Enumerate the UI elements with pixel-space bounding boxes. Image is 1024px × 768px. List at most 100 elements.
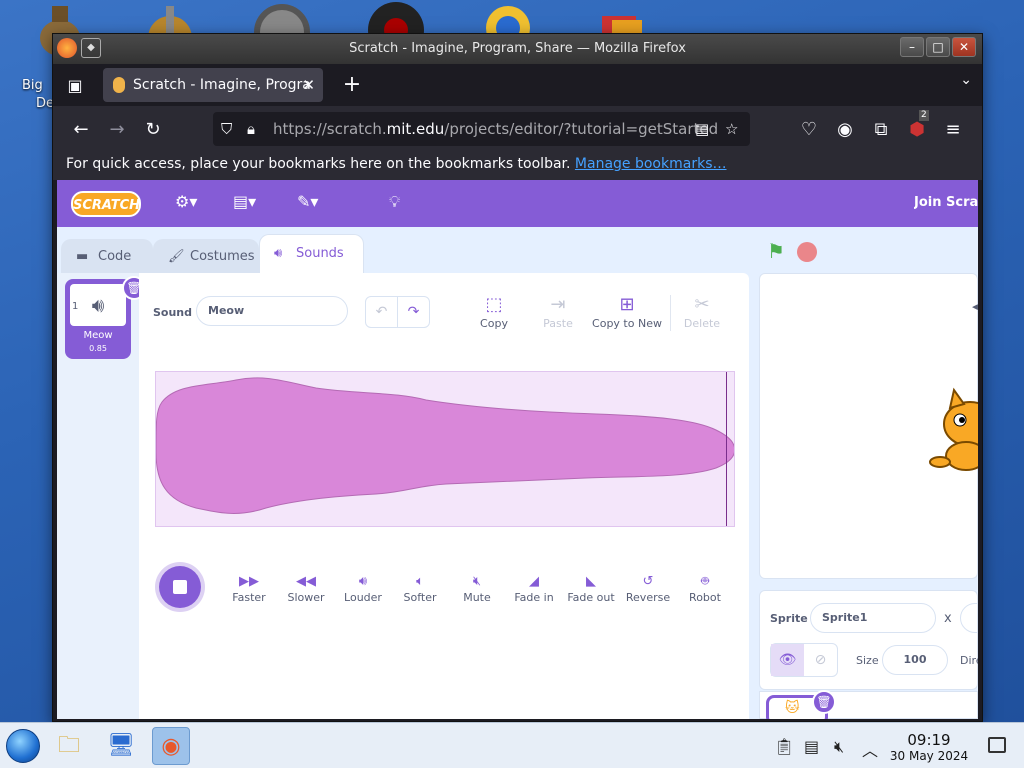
reader-view-icon[interactable]: ▤: [695, 112, 709, 146]
softer-icon: 🔈︎: [416, 574, 424, 589]
delete-label: Delete: [683, 317, 721, 330]
account-icon[interactable]: ◉: [831, 116, 859, 144]
fade-in-icon: ◢: [529, 574, 539, 589]
forward-icon[interactable]: →: [103, 116, 131, 144]
show-desktop-icon[interactable]: [988, 737, 1006, 753]
lock-icon[interactable]: 🔒︎: [247, 112, 255, 146]
scratch-cat-sprite[interactable]: [920, 384, 978, 474]
tray-expand-chevron-icon[interactable]: ︿: [862, 737, 878, 761]
copy-icon: ⬚: [485, 294, 503, 315]
undo-icon[interactable]: ↶: [366, 297, 398, 327]
app-menu-icon[interactable]: ≡: [939, 116, 967, 144]
copy-label: Copy: [480, 317, 508, 330]
tab-code[interactable]: ▬ Code: [61, 239, 153, 273]
delete-button[interactable]: ✂ Delete: [669, 293, 735, 330]
sound-tile-meow[interactable]: 1 🔊︎ Meow 0.85 🗑︎: [65, 276, 146, 359]
effect-mute-button[interactable]: 🔇︎ Mute: [449, 573, 505, 604]
tray-storage-icon[interactable]: ▤: [804, 737, 819, 756]
stage-resize-icon[interactable]: ◂▸: [972, 300, 978, 313]
browser-tab-scratch[interactable]: Scratch - Imagine, Progra ✕: [103, 68, 323, 102]
system-settings-icon[interactable]: 🖥︎: [102, 727, 140, 765]
settings-gear-icon[interactable]: ⚙▾: [175, 192, 197, 211]
tab-costumes[interactable]: 🖌︎ Costumes: [153, 239, 259, 273]
reverse-icon: ↺: [642, 574, 654, 589]
sound-index: 1: [72, 301, 79, 312]
tab-sounds-label: Sounds: [296, 246, 344, 261]
window-titlebar[interactable]: ◆ Scratch - Imagine, Program, Share — Mo…: [53, 34, 982, 64]
stop-sign-icon[interactable]: [797, 242, 817, 262]
tray-clipboard-icon[interactable]: 📋︎: [774, 737, 794, 756]
sound-name-input[interactable]: Meow: [196, 296, 348, 326]
pocket-icon[interactable]: ♡: [795, 116, 823, 144]
reload-icon[interactable]: ↻: [139, 116, 167, 144]
file-menu-icon[interactable]: ▤▾: [233, 192, 256, 211]
file-manager-icon[interactable]: 🗀︎: [50, 727, 88, 765]
maximize-button[interactable]: □: [926, 37, 950, 57]
close-tab-icon[interactable]: ✕: [302, 68, 315, 102]
extensions-icon[interactable]: ⧉: [867, 116, 895, 144]
paste-button[interactable]: ⇥ Paste: [525, 293, 591, 330]
firefox-app-icon[interactable]: [57, 38, 77, 58]
undo-redo-group: ↶ ↷: [365, 296, 430, 328]
effect-robot-button[interactable]: 🤖︎ Robot: [677, 573, 733, 604]
tab-code-label: Code: [98, 249, 132, 264]
scratch-editor: SCRATCH ⚙▾ ▤▾ ✎▾ 💡︎ Join Scratch ▬ Code …: [57, 180, 978, 719]
effect-label: Slower: [287, 591, 325, 604]
edit-pencil-icon[interactable]: ✎▾: [297, 192, 318, 211]
stop-playback-button[interactable]: [159, 566, 201, 608]
taskbar-firefox-icon[interactable]: ◉: [152, 727, 190, 765]
sprite-label: Sprite: [770, 612, 808, 625]
shield-icon[interactable]: ⛉: [221, 112, 232, 146]
mute-icon: 🔇︎: [472, 574, 482, 589]
x-input[interactable]: [960, 603, 978, 633]
firefox-view-icon[interactable]: ▣: [59, 72, 91, 100]
tutorials-lightbulb-icon[interactable]: 💡︎: [389, 192, 400, 212]
tray-volume-muted-icon[interactable]: 🔇︎: [834, 737, 844, 757]
effect-reverse-button[interactable]: ↺ Reverse: [620, 573, 676, 604]
show-eye-icon[interactable]: 👁︎: [771, 644, 804, 676]
effect-slower-button[interactable]: ◀◀ Slower: [278, 573, 334, 604]
delete-sprite-trash-icon[interactable]: 🗑︎: [812, 690, 836, 714]
tab-strip: ▣ Scratch - Imagine, Progra ✕ + ⌄: [53, 64, 982, 106]
back-icon[interactable]: ←: [67, 116, 95, 144]
redo-icon[interactable]: ↷: [398, 297, 429, 327]
copy-to-new-button[interactable]: ⊞ Copy to New: [587, 293, 667, 330]
url-bar[interactable]: ⛉ 🔒︎ https://scratch.mit.edu/projects/ed…: [213, 112, 750, 146]
list-all-tabs-icon[interactable]: ⌄: [960, 72, 972, 88]
close-window-button[interactable]: ✕: [952, 37, 976, 57]
size-input[interactable]: 100: [882, 645, 948, 675]
sound-editor: Sound Meow ↶ ↷ ⬚ Copy ⇥ Paste ⊞ Copy to …: [139, 273, 749, 719]
minimize-button[interactable]: –: [900, 37, 924, 57]
copy-to-new-label: Copy to New: [592, 317, 662, 330]
bookmark-star-icon[interactable]: ☆: [725, 112, 738, 146]
copy-button[interactable]: ⬚ Copy: [461, 293, 527, 330]
clock[interactable]: 09:19 30 May 2024: [886, 732, 972, 764]
paste-label: Paste: [543, 317, 573, 330]
url-prefix: https://scratch.: [273, 120, 387, 138]
sound-waveform[interactable]: [155, 371, 736, 527]
window-menu-icon[interactable]: ◆: [81, 38, 101, 58]
effect-faster-button[interactable]: ▶▶ Faster: [221, 573, 277, 604]
tab-sounds[interactable]: 🔊︎ Sounds: [259, 234, 364, 273]
ublock-icon[interactable]: ⬢ 2: [903, 110, 931, 144]
sprite-name-input[interactable]: Sprite1: [810, 603, 936, 633]
taskbar: 🗀︎ 🖥︎ ◉ 📋︎ ▤ 🔇︎ ︿ 09:19 30 May 2024: [0, 722, 1024, 768]
start-menu-button[interactable]: [6, 729, 40, 763]
url-path: /projects/editor/?tutorial=getStarted: [444, 120, 719, 138]
size-label: Size: [856, 654, 879, 667]
stop-icon: [173, 580, 187, 594]
sound-list-panel: 1 🔊︎ Meow 0.85 🗑︎: [57, 273, 146, 719]
stage[interactable]: ◂▸: [759, 273, 978, 579]
green-flag-icon[interactable]: ⚑: [767, 239, 785, 263]
tab-costumes-label: Costumes: [190, 249, 255, 264]
effect-fade-out-button[interactable]: ◣ Fade out: [563, 573, 619, 604]
join-scratch-link[interactable]: Join Scratch: [914, 195, 978, 210]
scratch-logo[interactable]: SCRATCH: [71, 191, 141, 217]
manage-bookmarks-link[interactable]: Manage bookmarks…: [575, 156, 727, 172]
new-tab-button[interactable]: +: [337, 70, 367, 100]
effect-louder-button[interactable]: 🔊︎ Louder: [335, 573, 391, 604]
effect-softer-button[interactable]: 🔈︎ Softer: [392, 573, 448, 604]
stage-controls: ⚑: [757, 227, 978, 273]
effect-fade-in-button[interactable]: ◢ Fade in: [506, 573, 562, 604]
hide-eye-icon[interactable]: ⊘: [804, 644, 837, 676]
